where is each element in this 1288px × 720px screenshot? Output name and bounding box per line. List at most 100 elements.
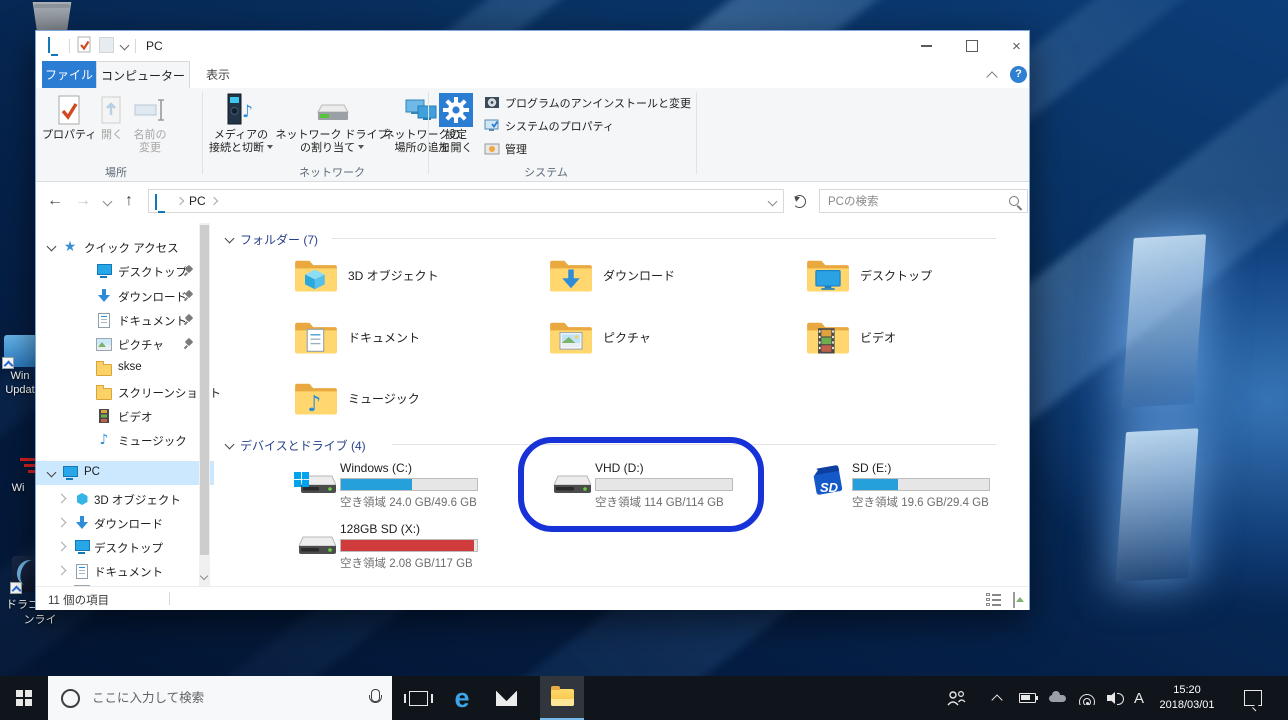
media-connect-button[interactable]: ♪ メディアの 接続と切断 — [208, 91, 274, 155]
sidebar-item-skse[interactable]: skse — [36, 356, 214, 380]
sidebar-item-screenshots[interactable]: スクリーンショット — [36, 380, 214, 404]
tab-computer[interactable]: コンピューター — [96, 61, 190, 88]
sidebar-item-3d-objects[interactable]: 3D オブジェクト — [36, 487, 214, 511]
folder-tile-documents[interactable]: ドキュメント — [294, 319, 539, 373]
drive-tile-128gb-sd-x[interactable]: 128GB SD (X:) 空き領域 2.08 GB/117 GB — [294, 522, 542, 574]
address-dropdown-chevron-icon[interactable] — [768, 197, 778, 207]
search-box[interactable] — [819, 189, 1028, 213]
large-icons-view-button[interactable] — [1013, 593, 1015, 607]
mail-button[interactable] — [484, 676, 528, 720]
section-collapse-icon[interactable] — [225, 234, 235, 244]
breadcrumb[interactable]: PC — [148, 189, 784, 213]
search-input[interactable] — [826, 192, 1000, 212]
tray-overflow-button[interactable] — [984, 676, 1010, 720]
chevron-down-icon[interactable] — [47, 242, 57, 252]
drive-tile-sd-e[interactable]: SD (E:) 空き領域 19.6 GB/29.4 GB SD — [806, 461, 1029, 513]
tab-view[interactable]: 表示 — [190, 61, 246, 88]
action-center-icon — [1244, 690, 1262, 706]
up-button[interactable]: ↑ — [118, 191, 140, 211]
video-icon — [96, 408, 112, 424]
chevron-right-icon[interactable] — [57, 566, 67, 576]
system-properties-button[interactable]: システムのプロパティ — [484, 117, 614, 135]
chevron-down-icon[interactable] — [47, 468, 57, 478]
sidebar-item-pc-desktop[interactable]: デスクトップ — [36, 535, 214, 559]
sidebar-item-documents[interactable]: ドキュメント — [36, 308, 214, 332]
properties-button[interactable]: プロパティ — [42, 91, 96, 142]
action-center-button[interactable] — [1236, 676, 1270, 720]
folder-tile-pictures[interactable]: ピクチャ — [549, 319, 794, 373]
desktop-icon-label[interactable]: ンライ — [8, 611, 72, 627]
drive-tile-windows-c[interactable]: Windows (C:) 空き領域 24.0 GB/49.6 GB — [294, 461, 542, 513]
system-properties-icon — [484, 118, 500, 134]
open-settings-button[interactable]: 設定 を開く — [434, 91, 478, 155]
uninstall-program-button[interactable]: プログラムのアンインストールと変更 — [484, 94, 691, 112]
chevron-right-icon[interactable] — [57, 494, 67, 504]
tab-file[interactable]: ファイル — [42, 61, 96, 88]
folder-videos-icon — [806, 319, 850, 355]
folder-tile-3d-objects[interactable]: 3D オブジェクト — [294, 257, 539, 311]
chevron-right-icon[interactable] — [57, 518, 67, 528]
qat-properties-icon[interactable] — [76, 36, 92, 57]
manage-button[interactable]: 管理 — [484, 140, 527, 158]
file-explorer-button[interactable] — [540, 676, 584, 720]
desktop-screen: Win Updat Wi ドラゴン ンライ PC × フ — [0, 0, 1288, 720]
sidebar-item-downloads[interactable]: ダウンロード — [36, 284, 214, 308]
edge-button[interactable]: e — [440, 676, 484, 720]
drives-section-header[interactable]: デバイスとドライブ (4) — [240, 437, 366, 454]
sidebar-item-music[interactable]: ♪ ミュージック — [36, 428, 214, 452]
onedrive-button[interactable] — [1044, 676, 1070, 720]
people-button[interactable] — [940, 676, 972, 720]
breadcrumb-chevron-icon[interactable] — [176, 197, 184, 205]
task-view-button[interactable] — [396, 676, 440, 720]
breadcrumb-crumb-pc[interactable]: PC — [189, 194, 206, 208]
download-icon — [74, 515, 90, 531]
sidebar-scrollbar[interactable] — [199, 223, 210, 586]
section-collapse-icon[interactable] — [225, 440, 235, 450]
title-bar[interactable]: PC × — [36, 31, 1029, 61]
map-network-drive-button[interactable]: ネットワーク ドライブ の割り当て — [274, 91, 390, 155]
help-icon[interactable]: ? — [1010, 66, 1027, 83]
refresh-icon[interactable] — [793, 195, 806, 208]
maximize-button[interactable] — [949, 31, 994, 61]
folders-section-header[interactable]: フォルダー (7) — [240, 231, 318, 248]
volume-button[interactable] — [1102, 676, 1128, 720]
start-button[interactable] — [2, 676, 46, 720]
clock[interactable]: 15:202018/03/01 — [1152, 676, 1222, 720]
minimize-ribbon-chevron-icon[interactable] — [986, 71, 997, 82]
ime-indicator[interactable]: A — [1128, 676, 1150, 720]
battery-button[interactable] — [1014, 676, 1040, 720]
chevron-right-icon[interactable] — [57, 542, 67, 552]
sidebar-item-pictures[interactable]: ピクチャ — [36, 332, 214, 356]
taskbar-search-input[interactable] — [90, 690, 324, 706]
desktop-icon-windows-update[interactable] — [4, 335, 38, 367]
scrollbar-down-icon[interactable] — [200, 572, 208, 580]
recent-locations-chevron-icon[interactable] — [103, 197, 113, 207]
edge-icon: e — [454, 685, 469, 712]
sidebar-item-pc[interactable]: PC — [36, 461, 214, 485]
document-icon — [74, 563, 90, 579]
folder-tile-videos[interactable]: ビデオ — [806, 319, 1029, 373]
qat-new-folder-icon[interactable] — [99, 37, 114, 53]
folder-tile-downloads[interactable]: ダウンロード — [549, 257, 794, 311]
annotation-highlight-vhd — [518, 437, 764, 532]
folder-tile-desktop[interactable]: デスクトップ — [806, 257, 1029, 311]
pin-icon — [184, 290, 194, 301]
sidebar-item-clipped[interactable] — [36, 579, 214, 586]
folder-tile-music[interactable]: ♪ ミュージック — [294, 380, 539, 434]
qat-customize-chevron-icon[interactable] — [120, 41, 130, 51]
wifi-button[interactable] — [1074, 676, 1100, 720]
minimize-button[interactable] — [904, 31, 949, 61]
sidebar-item-quick-access[interactable]: ★ クイック アクセス — [36, 235, 214, 259]
group-label-network: ネットワーク — [274, 164, 390, 180]
back-button[interactable]: ← — [44, 191, 66, 211]
chevron-up-icon — [991, 694, 1002, 705]
microphone-icon[interactable] — [371, 689, 380, 702]
close-button[interactable]: × — [994, 31, 1039, 61]
forward-button[interactable]: → — [72, 191, 94, 211]
breadcrumb-chevron-icon[interactable] — [210, 197, 218, 205]
scrollbar-thumb[interactable] — [200, 225, 209, 555]
sidebar-item-videos[interactable]: ビデオ — [36, 404, 214, 428]
taskbar-search[interactable] — [48, 676, 392, 720]
sidebar-item-desktop[interactable]: デスクトップ — [36, 259, 214, 283]
sidebar-item-pc-downloads[interactable]: ダウンロード — [36, 511, 214, 535]
